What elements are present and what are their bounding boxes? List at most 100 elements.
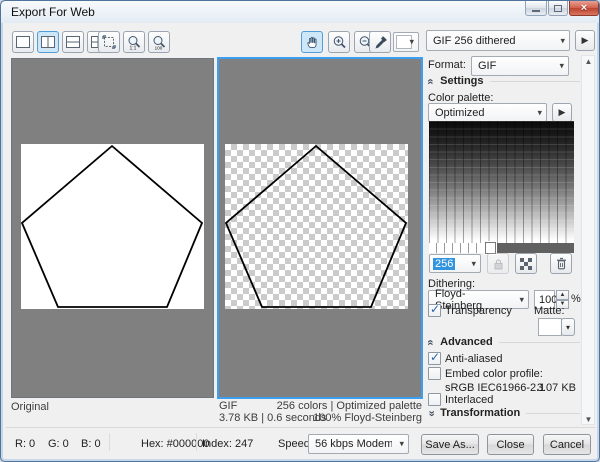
speed-value: 56 kbps Modem/ISDN [315,438,392,450]
settings-section-title: Settings [440,75,483,87]
eyedropper-color-swatch[interactable] [393,32,419,52]
preset-value: GIF 256 dithered [433,35,516,47]
color-palette-last-row[interactable] [429,243,574,253]
view-vertical-split-button[interactable] [37,31,59,53]
pan-tool-button[interactable] [301,31,323,53]
palette-swatch[interactable] [437,243,445,253]
settings-section-header[interactable]: Settings [428,75,580,87]
maximize-button[interactable] [548,1,568,16]
save-as-label: Save As... [425,439,475,451]
embed-color-profile-checkbox[interactable] [428,367,441,380]
anti-aliased-checkbox[interactable] [428,352,441,365]
transformation-section-header[interactable]: Transformation [428,407,580,419]
cancel-button[interactable]: Cancel [543,434,591,455]
cancel-label: Cancel [550,439,584,451]
minimize-button[interactable] [525,1,547,16]
export-for-web-dialog: Export For Web × 1:1 100 [0,0,600,462]
zoom-to-fit-button[interactable] [98,31,120,53]
speed-select[interactable]: 56 kbps Modem/ISDN [308,434,409,454]
result-preview-pane[interactable] [217,57,423,399]
matte-dropdown-button[interactable]: ▾ [561,318,575,336]
palette-swatch[interactable] [461,243,469,253]
current-color-swatch [396,35,412,49]
zoom-1to1-button[interactable]: 1:1 [123,31,145,53]
format-select[interactable]: GIF [471,56,569,76]
section-rule [526,413,580,414]
original-preview-pane[interactable] [11,58,214,398]
dithering-amount-value: 100 [539,294,557,306]
color-palette-grid[interactable] [429,121,574,243]
palette-swatch[interactable] [469,243,477,253]
colors-count-select[interactable]: 256 [429,254,481,273]
collapse-chevron-icon [428,337,434,348]
maximize-icon [554,5,562,12]
minimize-icon [532,10,540,12]
svg-text:1:1: 1:1 [129,45,136,50]
zoom-1to1-icon: 1:1 [127,35,142,50]
format-label: Format: [428,59,466,71]
view-single-pane-button[interactable] [12,31,34,53]
chevron-down-icon: ▾ [566,323,570,332]
matte-label: Matte: [534,305,565,317]
color-palette-select[interactable]: Optimized [428,103,547,122]
palette-swatch[interactable] [453,243,461,253]
dither-pattern-icon [520,258,532,270]
statusbar-divider [6,427,596,428]
scroll-down-icon[interactable]: ▼ [584,415,593,424]
eyedropper-icon [373,35,388,50]
close-button[interactable]: × [569,1,599,16]
vertical-split-icon [41,36,55,48]
interlaced-checkbox[interactable] [428,393,441,406]
expand-chevron-icon [428,408,434,419]
result-image-transparent [225,144,408,309]
preset-flyout-button[interactable]: ▶ [575,30,595,51]
close-icon: × [581,3,587,14]
transparency-checkbox[interactable] [428,304,441,317]
delete-color-button[interactable] [550,253,572,274]
color-profile-size: 3.07 KB [446,382,576,394]
transformation-section-title: Transformation [440,407,520,419]
stepper-up-icon[interactable]: ▲ [556,290,569,300]
close-dialog-button[interactable]: Close [487,434,534,455]
status-red: R: 0 [15,438,35,450]
section-rule [490,81,580,82]
anti-aliased-label: Anti-aliased [445,353,502,365]
preset-select[interactable]: GIF 256 dithered [426,30,570,51]
interlaced-label: Interlaced [445,394,493,406]
zoom-in-button[interactable] [328,31,350,53]
advanced-section-title: Advanced [440,336,493,348]
colors-count-value: 256 [433,258,455,270]
eyedropper-tool-button[interactable] [369,31,391,53]
matte-color-swatch[interactable] [538,318,562,336]
lock-color-button[interactable] [487,253,509,274]
svg-text:100: 100 [154,45,162,50]
zoom-in-icon [332,35,347,50]
zoom-to-fit-icon [102,35,116,49]
palette-swatch[interactable] [477,243,485,253]
result-colors-label: 256 colors | Optimized palette [222,400,422,412]
titlebar[interactable]: Export For Web [1,1,599,23]
settings-scrollbar[interactable] [581,55,595,425]
palette-swatch[interactable] [445,243,453,253]
web-safe-color-button[interactable] [515,253,537,274]
window-title: Export For Web [11,5,95,19]
palette-flyout-button[interactable]: ▶ [552,103,572,122]
percent-label: % [571,293,581,305]
palette-swatch[interactable] [429,243,437,253]
status-blue: B: 0 [81,438,101,450]
save-as-button[interactable]: Save As... [421,434,479,455]
zoom-100-icon: 100 [152,35,167,50]
hand-icon [305,35,320,50]
horizontal-split-icon [66,36,80,48]
status-index: Index: 247 [202,438,253,450]
original-image [21,144,204,309]
status-hex: Hex: #000000 [141,438,210,450]
format-value: GIF [478,60,496,72]
zoom-100-button[interactable]: 100 [148,31,170,53]
view-horizontal-split-button[interactable] [62,31,84,53]
advanced-section-header[interactable]: Advanced [428,336,580,348]
embed-color-profile-label: Embed color profile: [445,368,543,380]
lock-icon [493,258,504,270]
section-rule [499,342,580,343]
scroll-up-icon[interactable]: ▲ [584,57,593,66]
